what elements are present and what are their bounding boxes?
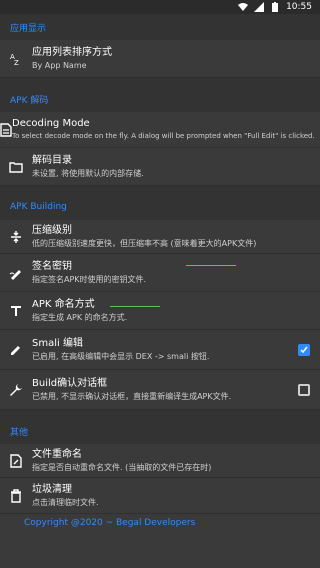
smali-edit-checkbox[interactable]	[298, 343, 310, 356]
build-confirm-summary: 已禁用, 不显示确认对话框，直接重新编译生成APK文件.	[32, 392, 232, 401]
trash-clean-setting[interactable]: 垃圾清理 点击清理临时文件.	[0, 478, 320, 514]
trash-clean-summary: 点击清理临时文件.	[32, 498, 99, 507]
decoding-mode-summary: To select decode mode on the fly. A dial…	[12, 132, 315, 140]
section-header-other: 其他	[0, 418, 320, 444]
battery-icon	[270, 2, 280, 12]
build-confirm-checkbox[interactable]	[298, 383, 310, 396]
signing-key-title: 签名密钥	[32, 261, 72, 272]
file-rename-title: 文件重命名	[32, 449, 82, 460]
sort-order-setting[interactable]: A Z 应用列表排序方式 By App Name	[0, 40, 320, 78]
status-bar: 10:55	[0, 0, 320, 14]
sort-order-summary: By App Name	[32, 61, 87, 70]
compression-level-title: 压缩级别	[32, 225, 72, 236]
decoding-mode-title: Decoding Mode	[12, 118, 90, 129]
trash-clean-title: 垃圾清理	[32, 484, 72, 495]
decode-dir-summary: 未设置, 将使用默认的内部存储.	[32, 169, 144, 178]
apk-naming-title: APK 命名方式	[32, 299, 95, 310]
apk-naming-setting[interactable]: APK 命名方式 指定生成 APK 的命名方式.	[0, 292, 320, 330]
pen-sign-icon	[0, 266, 32, 280]
file-rename-setting[interactable]: 文件重命名 指定是否自动重命名文件. (当抽取的文件已存在时)	[0, 444, 320, 478]
apk-naming-summary: 指定生成 APK 的命名方式.	[32, 313, 128, 322]
section-header-display: 应用显示	[0, 14, 320, 40]
document-icon	[0, 122, 12, 137]
copyright-footer: Copyright @2020 ~ Begal Developers	[24, 518, 196, 528]
section-divider	[0, 78, 320, 86]
svg-text:Z: Z	[14, 59, 19, 66]
signing-key-setting[interactable]: 签名密钥 指定签名APK时使用的密钥文件.	[0, 254, 320, 292]
compress-icon	[0, 230, 32, 244]
sort-order-title: 应用列表排序方式	[32, 47, 112, 58]
status-time: 10:55	[286, 2, 312, 12]
section-header-decode: APK 解码	[0, 86, 320, 112]
smali-edit-title: Smali 编辑	[32, 338, 83, 349]
accent-line	[186, 265, 236, 266]
wrench-icon	[0, 383, 32, 397]
smali-edit-setting[interactable]: Smali 编辑 已启用, 在高级编辑中会显示 DEX -> smali 按钮.	[0, 330, 320, 370]
compression-level-setting[interactable]: 压缩级别 低的压缩级别速度更快，但压缩率不高 (意味着更大的APK文件)	[0, 220, 320, 254]
decode-dir-setting[interactable]: 解码目录 未设置, 将使用默认的内部存储.	[0, 148, 320, 186]
build-confirm-title: Build确认对话框	[32, 378, 108, 389]
section-header-build: APK Building	[0, 194, 320, 220]
smali-edit-summary: 已启用, 在高级编辑中会显示 DEX -> smali 按钮.	[32, 352, 210, 361]
signing-key-summary: 指定签名APK时使用的密钥文件.	[32, 275, 147, 284]
signal-icon	[254, 2, 265, 12]
decode-dir-title: 解码目录	[32, 155, 72, 166]
text-format-icon	[0, 305, 32, 317]
pencil-icon	[0, 344, 32, 356]
section-divider	[0, 410, 320, 418]
trash-icon	[0, 488, 32, 503]
build-confirm-setting[interactable]: Build确认对话框 已禁用, 不显示确认对话框，直接重新编译生成APK文件.	[0, 370, 320, 410]
folder-icon	[0, 161, 32, 173]
file-rename-summary: 指定是否自动重命名文件. (当抽取的文件已存在时)	[32, 463, 212, 472]
wifi-icon	[238, 2, 249, 12]
decoding-mode-setting[interactable]: Decoding Mode To select decode mode on t…	[0, 112, 320, 148]
section-divider	[0, 186, 320, 194]
settings-list[interactable]: 应用显示 A Z 应用列表排序方式 By App Name APK 解码 Dec…	[0, 14, 320, 568]
accent-line	[110, 306, 160, 307]
sort-az-icon: A Z	[0, 52, 32, 66]
compression-level-summary: 低的压缩级别速度更快，但压缩率不高 (意味着更大的APK文件)	[32, 239, 257, 248]
file-edit-icon	[0, 453, 32, 468]
